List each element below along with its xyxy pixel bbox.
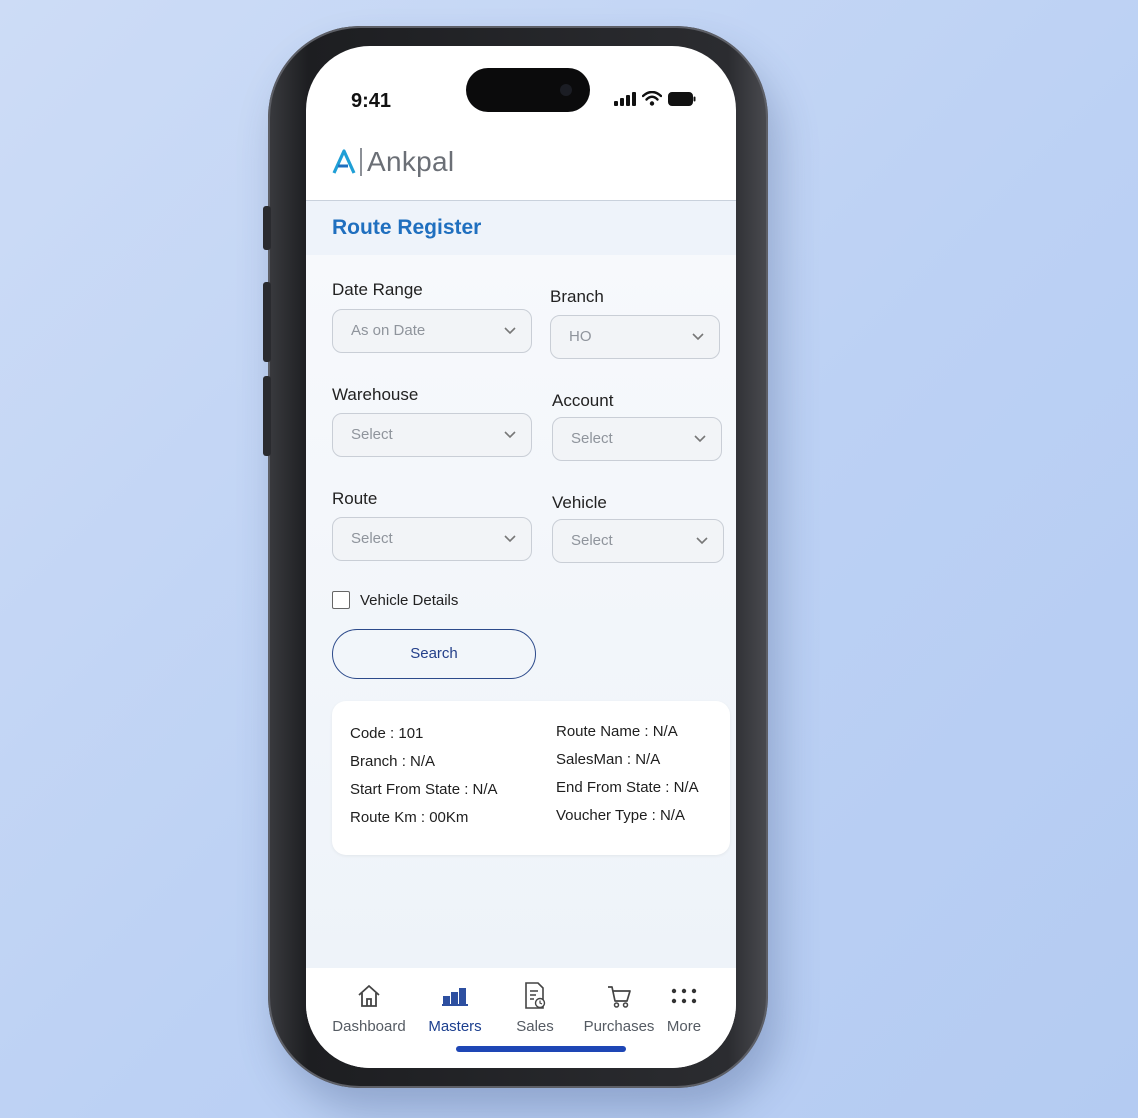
vehicle-details-label: Vehicle Details [360, 592, 459, 609]
chevron-down-icon [504, 327, 516, 335]
nav-item-sales[interactable]: Sales [492, 978, 578, 1035]
date-range-value: As on Date [351, 322, 426, 339]
end-state-row: End From State : N/A [556, 779, 699, 796]
brand-name: Ankpal [367, 146, 455, 177]
end-state-value: N/A [673, 779, 699, 796]
nav-item-purchases[interactable]: Purchases [576, 978, 662, 1035]
bottom-nav: Dashboard Masters Sales Purchases More [306, 968, 736, 1068]
mute-switch [263, 206, 271, 250]
home-icon [358, 985, 380, 1007]
route-name-row: Route Name : N/A [556, 723, 678, 740]
logo-divider [360, 148, 362, 176]
wifi-icon [642, 91, 662, 106]
sales-document-icon [525, 982, 546, 1009]
battery-icon [668, 91, 696, 106]
search-button[interactable]: Search [332, 629, 536, 679]
chevron-down-icon [692, 333, 704, 341]
page-title: Route Register [332, 216, 482, 239]
nav-label-sales: Sales [516, 1018, 554, 1035]
route-details-card: Code : 101 Branch : N/A Start From State… [332, 701, 730, 855]
filter-form: Date Range As on Date Branch HO Warehous… [306, 255, 736, 968]
nav-label-purchases: Purchases [583, 1018, 655, 1035]
code-value: 101 [398, 725, 424, 742]
route-km-value: 00Km [429, 809, 469, 826]
date-range-select[interactable]: As on Date [332, 309, 532, 353]
signal-icon [614, 91, 636, 106]
account-value: Select [571, 430, 613, 447]
app-screen: 9:41 Ankpal Route Register Date Range As… [306, 46, 736, 1068]
branch-label: Branch [550, 287, 604, 306]
volume-up-button [263, 282, 271, 362]
route-km-label: Route Km : [350, 809, 426, 826]
warehouse-select[interactable]: Select [332, 413, 532, 457]
chevron-down-icon [504, 535, 516, 543]
end-state-label: End From State : [556, 779, 670, 796]
cart-icon [608, 986, 631, 1008]
page-header: Route Register [306, 200, 736, 256]
more-dots-icon [671, 988, 697, 1004]
camera-icon [560, 84, 572, 96]
branch-value: HO [569, 328, 592, 345]
route-name-label: Route Name : [556, 723, 649, 740]
nav-item-dashboard[interactable]: Dashboard [326, 978, 412, 1035]
warehouse-label: Warehouse [332, 385, 419, 404]
volume-down-button [263, 376, 271, 456]
salesman-value: N/A [635, 751, 661, 768]
code-row: Code : 101 [350, 725, 423, 742]
status-time: 9:41 [351, 90, 392, 112]
vehicle-select[interactable]: Select [552, 519, 724, 563]
voucher-type-value: N/A [659, 807, 685, 824]
route-select[interactable]: Select [332, 517, 532, 561]
phone-frame: 9:41 Ankpal Route Register Date Range As… [263, 26, 768, 1088]
account-label: Account [552, 391, 614, 410]
salesman-row: SalesMan : N/A [556, 751, 660, 768]
route-value: Select [351, 530, 393, 547]
nav-label-more: More [666, 1018, 702, 1035]
home-indicator [456, 1046, 626, 1052]
start-state-value: N/A [472, 781, 498, 798]
branch-detail-value: N/A [410, 753, 436, 770]
nav-label-dashboard: Dashboard [332, 1018, 406, 1035]
vehicle-details-checkbox[interactable] [332, 591, 350, 609]
masters-icon [442, 988, 468, 1006]
nav-item-more[interactable]: More [654, 978, 714, 1035]
warehouse-value: Select [351, 426, 393, 443]
route-km-row: Route Km : 00Km [350, 809, 468, 826]
date-range-label: Date Range [332, 280, 423, 299]
brand-logo: Ankpal [332, 146, 454, 178]
account-select[interactable]: Select [552, 417, 722, 461]
route-label: Route [332, 489, 378, 508]
chevron-down-icon [504, 431, 516, 439]
voucher-type-row: Voucher Type : N/A [556, 807, 685, 824]
ankpal-logo-icon [332, 149, 356, 174]
chevron-down-icon [694, 435, 706, 443]
start-state-row: Start From State : N/A [350, 781, 498, 798]
chevron-down-icon [696, 537, 708, 545]
status-icons [614, 91, 696, 106]
branch-row: Branch : N/A [350, 753, 435, 770]
nav-label-masters: Masters [428, 1018, 482, 1035]
route-name-value: N/A [652, 723, 678, 740]
branch-select[interactable]: HO [550, 315, 720, 359]
nav-item-masters[interactable]: Masters [412, 978, 498, 1035]
code-label: Code : [350, 725, 395, 742]
dynamic-island [466, 68, 590, 112]
vehicle-label: Vehicle [552, 493, 607, 512]
salesman-label: SalesMan : [556, 751, 632, 768]
start-state-label: Start From State : [350, 781, 469, 798]
vehicle-value: Select [571, 532, 613, 549]
voucher-type-label: Voucher Type : [556, 807, 656, 824]
branch-detail-label: Branch : [350, 753, 406, 770]
